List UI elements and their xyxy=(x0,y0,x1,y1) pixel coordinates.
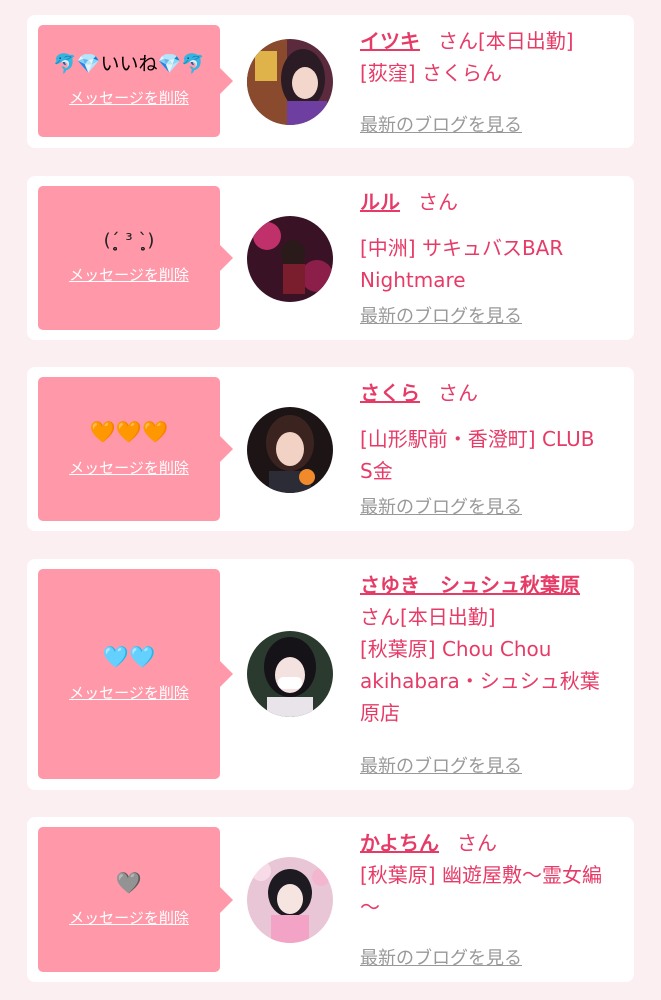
shop-line: 原店 xyxy=(360,701,400,725)
message-text: 🐬💎いいね💎🐬 xyxy=(53,52,205,75)
message-bubble: (ˊ̥̥̥̥̥ ³ ˋ̥̥̥̥̥) メッセージを削除 xyxy=(38,186,233,330)
shop-line: 〜 xyxy=(360,895,380,919)
cast-name-link[interactable]: かよちん xyxy=(360,831,439,855)
name-line: さゆき シュシュ秋葉原 xyxy=(360,569,628,601)
message-list: 🐬💎いいね💎🐬 メッセージを削除 イツキ さん[本日出勤] [荻窪] さくらん 最… xyxy=(0,0,661,1000)
delete-message-link[interactable]: メッセージを削除 xyxy=(69,457,189,478)
avatar[interactable] xyxy=(247,631,333,717)
shop-line: [山形駅前・香澄町] CLUB xyxy=(360,427,595,451)
latest-blog-link[interactable]: 最新のブログを見る xyxy=(360,111,522,137)
honorific: さん xyxy=(438,29,478,53)
latest-blog-link[interactable]: 最新のブログを見る xyxy=(360,944,522,970)
cast-name-link[interactable]: さくら xyxy=(360,381,420,405)
cast-name-link[interactable]: ルル xyxy=(360,190,400,214)
shop-line: [秋葉原] Chou Chou xyxy=(360,637,552,661)
cast-name-link[interactable]: イツキ xyxy=(360,29,420,53)
avatar[interactable] xyxy=(247,216,333,302)
message-text: (ˊ̥̥̥̥̥ ³ ˋ̥̥̥̥̥) xyxy=(103,230,155,252)
message-text: 🩶 xyxy=(115,870,143,895)
message-text: 🩵🩵 xyxy=(102,645,156,670)
honorific: さん xyxy=(438,381,478,405)
name-line: イツキ さん[本日出勤] xyxy=(360,25,628,57)
cast-info: さゆき シュシュ秋葉原 さん[本日出勤] [秋葉原] Chou Chou aki… xyxy=(360,569,628,729)
name-line: さくら さん xyxy=(360,377,628,409)
message-text: 🧡🧡🧡 xyxy=(89,420,169,445)
message-card: 🩵🩵 メッセージを削除 さゆき シュシュ秋葉原 さん[本日出勤] [秋葉原] C… xyxy=(27,559,634,790)
message-bubble: 🐬💎いいね💎🐬 メッセージを削除 xyxy=(38,25,233,137)
latest-blog-link[interactable]: 最新のブログを見る xyxy=(360,302,522,328)
message-bubble: 🧡🧡🧡 メッセージを削除 xyxy=(38,377,233,521)
delete-message-link[interactable]: メッセージを削除 xyxy=(69,682,189,703)
honorific: さん xyxy=(457,831,497,855)
latest-blog-link[interactable]: 最新のブログを見る xyxy=(360,493,522,519)
avatar[interactable] xyxy=(247,39,333,125)
shop-line: [中洲] サキュバスBAR xyxy=(360,236,564,260)
cast-name-link[interactable]: さゆき シュシュ秋葉原 xyxy=(360,573,580,597)
shop-line: Nightmare xyxy=(360,268,466,292)
message-bubble: 🩵🩵 メッセージを削除 xyxy=(38,569,233,779)
shop-line: S金 xyxy=(360,459,393,483)
honorific: さん xyxy=(418,190,458,214)
name-line: ルル さん xyxy=(360,186,628,218)
status-label: [本日出勤] xyxy=(478,29,574,53)
cast-info: イツキ さん[本日出勤] [荻窪] さくらん xyxy=(360,25,628,89)
name-line-cont: さん[本日出勤] xyxy=(360,601,628,633)
message-card: 🧡🧡🧡 メッセージを削除 さくら さん [山形駅前・香澄町] CLUB S金 最新… xyxy=(27,367,634,531)
honorific: さん xyxy=(360,605,400,629)
message-card: 🐬💎いいね💎🐬 メッセージを削除 イツキ さん[本日出勤] [荻窪] さくらん 最… xyxy=(27,15,634,148)
avatar[interactable] xyxy=(247,857,333,943)
message-bubble: 🩶 メッセージを削除 xyxy=(38,827,233,972)
cast-info: かよちん さん [秋葉原] 幽遊屋敷〜霊女編 〜 xyxy=(360,827,628,923)
name-line: かよちん さん xyxy=(360,827,628,859)
message-card: (ˊ̥̥̥̥̥ ³ ˋ̥̥̥̥̥) メッセージを削除 ルル さん [中洲] サキュ… xyxy=(27,176,634,340)
delete-message-link[interactable]: メッセージを削除 xyxy=(69,264,189,285)
delete-message-link[interactable]: メッセージを削除 xyxy=(69,907,189,928)
shop-line: [秋葉原] 幽遊屋敷〜霊女編 xyxy=(360,863,602,887)
shop-line: akihabara・シュシュ秋葉 xyxy=(360,669,600,693)
avatar[interactable] xyxy=(247,407,333,493)
delete-message-link[interactable]: メッセージを削除 xyxy=(69,87,189,108)
shop-line: [荻窪] さくらん xyxy=(360,61,502,85)
message-card: 🩶 メッセージを削除 かよちん さん [秋葉原] 幽遊屋敷〜霊女編 〜 最新のブロ… xyxy=(27,817,634,982)
latest-blog-link[interactable]: 最新のブログを見る xyxy=(360,752,522,778)
cast-info: さくら さん [山形駅前・香澄町] CLUB S金 xyxy=(360,377,628,487)
status-label: [本日出勤] xyxy=(400,605,496,629)
cast-info: ルル さん [中洲] サキュバスBAR Nightmare xyxy=(360,186,628,296)
